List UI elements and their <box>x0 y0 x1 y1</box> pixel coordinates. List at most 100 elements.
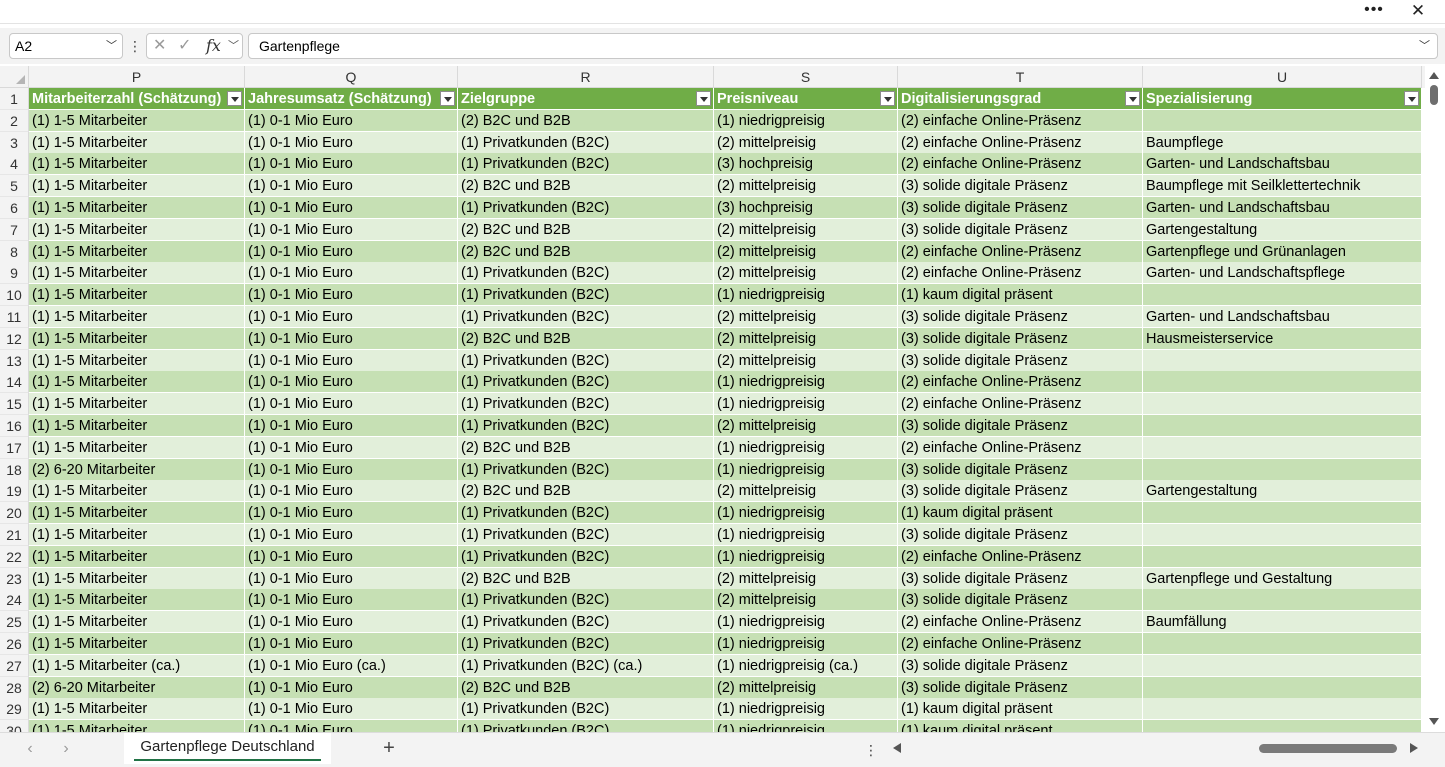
table-cell[interactable]: (2) B2C und B2B <box>458 218 714 241</box>
row-header[interactable]: 22 <box>0 545 29 568</box>
name-box[interactable]: A2 ﹀ <box>9 33 123 59</box>
prev-sheet-icon[interactable]: ‹ <box>20 739 40 759</box>
row-header[interactable]: 11 <box>0 306 29 328</box>
table-cell[interactable]: (1) Privatkunden (B2C) <box>458 131 714 154</box>
table-cell[interactable]: (1) 0-1 Mio Euro <box>245 524 458 546</box>
table-cell[interactable]: (3) solide digitale Präsenz <box>898 197 1143 219</box>
table-cell[interactable]: (1) 1-5 Mitarbeiter <box>29 109 245 132</box>
filter-dropdown-icon[interactable] <box>1404 91 1419 106</box>
filter-dropdown-icon[interactable] <box>880 91 895 106</box>
table-cell[interactable]: (1) 1-5 Mitarbeiter <box>29 545 245 568</box>
table-cell[interactable]: (1) 0-1 Mio Euro <box>245 131 458 154</box>
table-cell[interactable] <box>1143 524 1422 546</box>
table-cell[interactable]: (2) einfache Online-Präsenz <box>898 153 1143 176</box>
table-cell[interactable]: (2) einfache Online-Präsenz <box>898 436 1143 459</box>
table-cell[interactable] <box>1143 654 1422 677</box>
table-cell[interactable]: (3) solide digitale Präsenz <box>898 589 1143 612</box>
table-cell[interactable]: (1) Privatkunden (B2C) <box>458 545 714 568</box>
table-cell[interactable]: (1) Privatkunden (B2C) <box>458 698 714 721</box>
table-cell[interactable]: (1) niedrigpreisig <box>714 284 898 307</box>
horizontal-scroll-thumb[interactable] <box>1259 744 1397 753</box>
header-cell[interactable]: Spezialisierung <box>1143 88 1422 110</box>
table-cell[interactable]: (1) Privatkunden (B2C) <box>458 371 714 394</box>
table-cell[interactable]: (1) niedrigpreisig <box>714 633 898 655</box>
table-cell[interactable] <box>1143 284 1422 307</box>
table-cell[interactable]: (3) solide digitale Präsenz <box>898 654 1143 677</box>
formula-input[interactable]: Gartenpflege ﹀ <box>248 33 1438 59</box>
table-cell[interactable]: (1) 1-5 Mitarbeiter <box>29 393 245 416</box>
vertical-dots-icon[interactable]: ⋮ <box>864 739 878 761</box>
table-cell[interactable]: (2) 6-20 Mitarbeiter <box>29 676 245 699</box>
table-cell[interactable]: (1) niedrigpreisig <box>714 458 898 481</box>
table-cell[interactable]: (1) 1-5 Mitarbeiter <box>29 218 245 241</box>
expand-formula-icon[interactable]: ﹀ <box>1419 34 1430 58</box>
table-cell[interactable]: (1) kaum digital präsent <box>898 698 1143 721</box>
row-header[interactable]: 29 <box>0 698 29 721</box>
table-cell[interactable]: (1) 0-1 Mio Euro <box>245 698 458 721</box>
table-cell[interactable]: (2) mittelpreisig <box>714 306 898 328</box>
table-cell[interactable]: (3) hochpreisig <box>714 197 898 219</box>
table-cell[interactable]: (1) 0-1 Mio Euro <box>245 415 458 437</box>
column-header-s[interactable]: S <box>714 66 898 88</box>
table-cell[interactable] <box>1143 633 1422 655</box>
scroll-left-icon[interactable] <box>893 743 901 753</box>
table-cell[interactable]: (1) 1-5 Mitarbeiter <box>29 611 245 634</box>
table-cell[interactable]: (1) 0-1 Mio Euro <box>245 240 458 263</box>
table-cell[interactable]: (3) solide digitale Präsenz <box>898 480 1143 503</box>
table-cell[interactable]: Hausmeisterservice <box>1143 327 1422 350</box>
table-cell[interactable]: Baumpflege mit Seilklettertechnik <box>1143 175 1422 198</box>
header-cell[interactable]: Jahresumsatz (Schätzung) <box>245 88 458 110</box>
table-cell[interactable]: (2) mittelpreisig <box>714 240 898 263</box>
table-cell[interactable] <box>1143 698 1422 721</box>
scroll-right-icon[interactable] <box>1410 743 1418 753</box>
table-cell[interactable]: (3) solide digitale Präsenz <box>898 327 1143 350</box>
row-header[interactable]: 10 <box>0 284 29 307</box>
row-header[interactable]: 5 <box>0 175 29 198</box>
row-header[interactable]: 4 <box>0 153 29 176</box>
table-cell[interactable]: (1) 1-5 Mitarbeiter <box>29 262 245 285</box>
row-header[interactable]: 17 <box>0 436 29 459</box>
header-cell[interactable]: Preisniveau <box>714 88 898 110</box>
table-cell[interactable]: (2) mittelpreisig <box>714 567 898 590</box>
row-header[interactable]: 2 <box>0 109 29 132</box>
scroll-down-icon[interactable] <box>1429 718 1439 725</box>
table-cell[interactable]: (3) solide digitale Präsenz <box>898 524 1143 546</box>
row-header[interactable]: 9 <box>0 262 29 285</box>
row-header[interactable]: 26 <box>0 633 29 655</box>
table-cell[interactable]: (1) 0-1 Mio Euro <box>245 502 458 525</box>
row-header[interactable]: 30 <box>0 720 29 732</box>
vertical-scrollbar[interactable] <box>1425 66 1445 732</box>
table-cell[interactable]: (1) 1-5 Mitarbeiter <box>29 240 245 263</box>
row-header[interactable]: 15 <box>0 393 29 416</box>
table-cell[interactable]: Baumpflege <box>1143 131 1422 154</box>
table-cell[interactable]: (2) mittelpreisig <box>714 262 898 285</box>
filter-dropdown-icon[interactable] <box>440 91 455 106</box>
row-header[interactable]: 24 <box>0 589 29 612</box>
table-cell[interactable]: (2) mittelpreisig <box>714 327 898 350</box>
table-cell[interactable]: (1) 1-5 Mitarbeiter <box>29 502 245 525</box>
table-cell[interactable] <box>1143 349 1422 372</box>
row-header[interactable]: 12 <box>0 327 29 350</box>
scroll-up-icon[interactable] <box>1429 72 1439 79</box>
table-cell[interactable]: (1) niedrigpreisig <box>714 109 898 132</box>
table-cell[interactable]: (2) B2C und B2B <box>458 240 714 263</box>
table-cell[interactable]: (2) einfache Online-Präsenz <box>898 611 1143 634</box>
table-cell[interactable]: (1) 1-5 Mitarbeiter <box>29 371 245 394</box>
table-cell[interactable]: (1) Privatkunden (B2C) <box>458 349 714 372</box>
table-cell[interactable]: (1) Privatkunden (B2C) <box>458 524 714 546</box>
table-cell[interactable]: (1) 0-1 Mio Euro <box>245 633 458 655</box>
table-cell[interactable]: (1) Privatkunden (B2C) <box>458 633 714 655</box>
table-cell[interactable]: (3) solide digitale Präsenz <box>898 175 1143 198</box>
table-cell[interactable] <box>1143 720 1422 732</box>
chevron-down-icon[interactable]: ﹀ <box>106 34 117 58</box>
table-cell[interactable]: (1) Privatkunden (B2C) <box>458 502 714 525</box>
row-header[interactable]: 7 <box>0 218 29 241</box>
table-cell[interactable] <box>1143 458 1422 481</box>
table-cell[interactable]: (2) mittelpreisig <box>714 480 898 503</box>
table-cell[interactable]: (1) niedrigpreisig <box>714 502 898 525</box>
table-cell[interactable] <box>1143 109 1422 132</box>
table-cell[interactable]: (1) 1-5 Mitarbeiter <box>29 131 245 154</box>
table-cell[interactable]: (1) 1-5 Mitarbeiter <box>29 698 245 721</box>
table-cell[interactable]: (1) Privatkunden (B2C) <box>458 393 714 416</box>
row-header[interactable]: 23 <box>0 567 29 590</box>
